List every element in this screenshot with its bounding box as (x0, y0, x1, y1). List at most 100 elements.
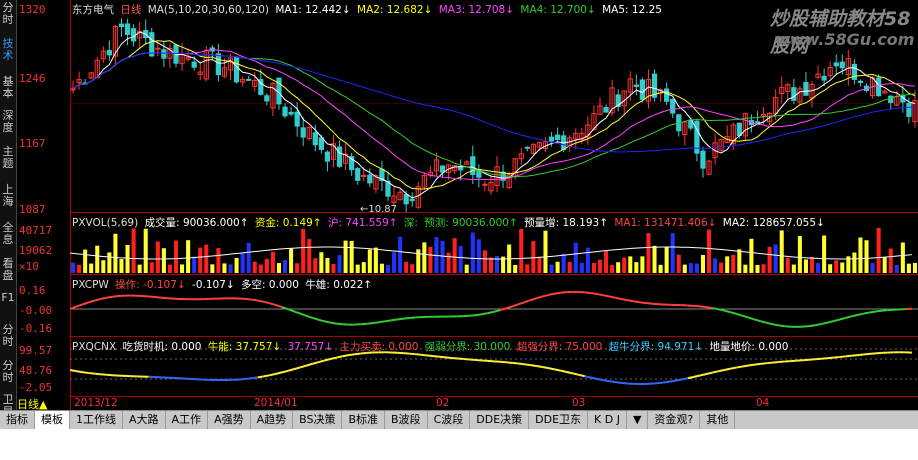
bottom-tab-7[interactable]: BS决策 (293, 411, 343, 429)
sidebar-tab-8[interactable]: F1 (0, 292, 16, 304)
bottom-tab-13[interactable]: K D J (588, 411, 627, 429)
oscillator-segment (633, 300, 640, 304)
volume-bar (579, 262, 584, 273)
volume-panel[interactable]: PXVOL(5,69) 成交量: 90036.000↑ 资金: 0.149↑ 沪… (70, 212, 918, 275)
candle-body (524, 146, 530, 149)
volume-bar (428, 246, 433, 273)
oscillator-segment (293, 310, 301, 315)
bottom-tab-2[interactable]: 1工作线 (70, 411, 123, 429)
volume-bar (840, 262, 845, 273)
oscillator-segment (396, 317, 404, 321)
volume-bar (404, 261, 409, 273)
oscillator-segment (505, 305, 513, 310)
bull-energy-2: 37.757↓ (287, 341, 334, 353)
accumulate-timing: 吃货时机: 0.000 (122, 341, 202, 353)
indicator-name: PXQCNX (72, 341, 117, 353)
oscillator-segment (330, 321, 337, 325)
oscillator-segment (590, 292, 598, 296)
sidebar-tab-9[interactable]: 分时 (0, 324, 16, 348)
volume-bar (155, 241, 160, 273)
bottom-tab-8[interactable]: B标准 (342, 411, 386, 429)
price-chart-panel[interactable]: 东方电气 日线 MA(5,10,20,30,60,120) MA1: 12.44… (70, 0, 918, 215)
sidebar-tab-0[interactable]: 分时 (0, 2, 16, 26)
candle-body (264, 95, 270, 102)
volume-bar (161, 248, 166, 273)
energy-segment (657, 381, 664, 385)
energy-segment (845, 354, 852, 358)
bottom-tab-0[interactable]: 指标 (0, 411, 35, 429)
energy-segment (820, 357, 828, 360)
volume-bar (549, 264, 554, 273)
bottom-tab-11[interactable]: DDE决策 (470, 411, 530, 429)
volume-bar (646, 233, 651, 273)
sidebar-tab-3[interactable]: 深度 (0, 110, 16, 134)
energy-segment (251, 376, 258, 380)
bottom-tab-15[interactable]: 资金观? (648, 411, 701, 429)
axis-label: -0.00 (19, 304, 53, 317)
oscillator-segment (403, 317, 410, 320)
oscillator-segment (645, 302, 652, 305)
sidebar-tab-4[interactable]: 主题 (0, 146, 16, 170)
pxqcnx-panel[interactable]: PXQCNX 吃货时机: 0.000 牛能: 37.757↓ 37.757↓ 主… (70, 336, 918, 397)
energy-segment (730, 366, 737, 370)
sidebar-tab-5[interactable]: 上海 (0, 184, 16, 208)
bottom-tab-3[interactable]: A大路 (123, 411, 166, 429)
energy-segment (100, 373, 107, 376)
candle-body (215, 53, 222, 76)
sidebar-tab-6[interactable]: 全息 (0, 222, 16, 246)
bottom-tab-1[interactable]: 模板 (35, 411, 70, 429)
candle-body (361, 174, 367, 177)
sidebar-tab-10[interactable]: 分时 (0, 360, 16, 384)
oscillator-segment (639, 301, 646, 304)
energy-segment (814, 357, 822, 361)
bottom-tab-10[interactable]: C波段 (428, 411, 471, 429)
volume-bar (888, 248, 893, 273)
volume-bar (755, 264, 760, 273)
bottom-tab-4[interactable]: A工作 (166, 411, 209, 429)
oscillator-segment (75, 303, 83, 308)
period-indicator[interactable]: 日线▲ (17, 396, 70, 411)
candle-body (246, 78, 252, 81)
sidebar-tab-1[interactable]: 技术 (0, 38, 16, 62)
volume-bar (192, 256, 197, 273)
price-chart-header: 东方电气 日线 MA(5,10,20,30,60,120) MA1: 12.44… (72, 2, 665, 17)
candle-body (300, 127, 306, 138)
bottom-tab-5[interactable]: A强势 (208, 411, 251, 429)
energy-segment (70, 369, 77, 373)
energy-segment (336, 355, 343, 359)
bull-strength-value: 牛雄: 0.022↑ (305, 279, 373, 291)
volume-bar (385, 264, 391, 273)
bottom-tab-9[interactable]: B波段 (385, 411, 428, 429)
oscillator-segment (148, 295, 155, 299)
volume-bar (870, 262, 875, 273)
axis-label: 0.16 (19, 284, 46, 297)
energy-segment (451, 356, 458, 360)
bottom-tab-16[interactable]: 其他 (700, 411, 736, 429)
volume-bar (440, 240, 445, 273)
candle-body (476, 170, 482, 178)
candle-body (736, 122, 742, 136)
oscillator-segment (608, 295, 616, 299)
sidebar-tab-2[interactable]: 基本 (0, 76, 16, 100)
volume-bar (301, 229, 306, 273)
oscillator-segment (735, 312, 743, 317)
pxcpw-panel[interactable]: PXCPW 操作: -0.107↓ -0.107↓ 多空: 0.000 牛雄: … (70, 274, 918, 337)
sidebar-tab-7[interactable]: 看盘 (0, 258, 16, 282)
bottom-tab-14[interactable]: ▼ (627, 411, 649, 429)
axis-label: 99.57 (19, 344, 53, 357)
vol-ma2: MA2: 128657.055↓ (722, 217, 825, 229)
volume-bar (446, 252, 451, 273)
oscillator-segment (699, 305, 707, 309)
volume-ma (70, 246, 912, 260)
volume-bar (95, 245, 100, 273)
ma-line (72, 52, 916, 153)
energy-segment (711, 370, 719, 374)
volume-bar (283, 260, 288, 273)
volume-bar (749, 238, 754, 273)
volume-bar (234, 257, 239, 273)
blank-area (0, 429, 918, 460)
bottom-tab-6[interactable]: A趋势 (251, 411, 294, 429)
volume-bar (107, 252, 112, 273)
bottom-tab-12[interactable]: DDE卫东 (529, 411, 589, 429)
energy-segment (499, 360, 507, 364)
